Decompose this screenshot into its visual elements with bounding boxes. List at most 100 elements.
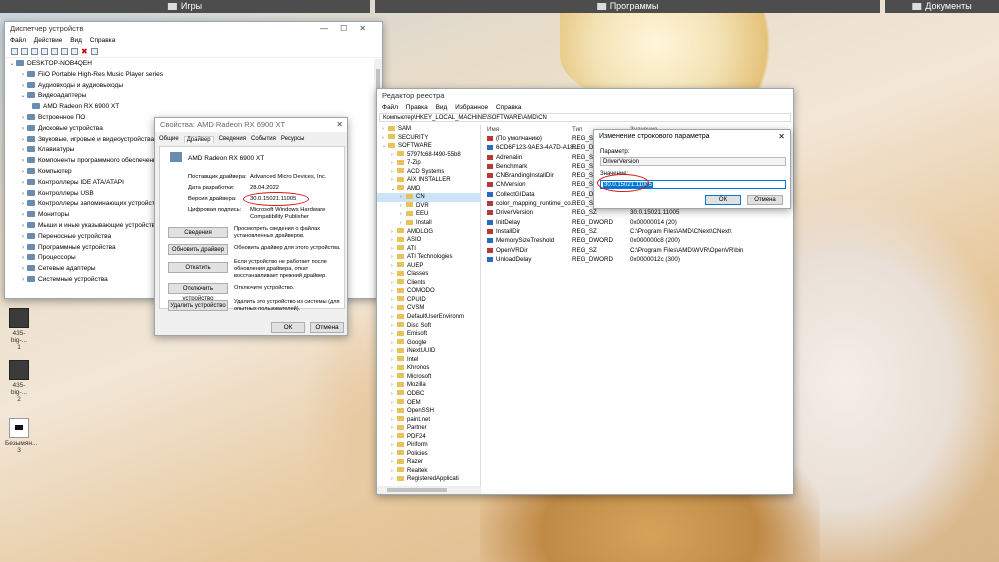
menu-view[interactable]: Вид <box>436 104 448 111</box>
scan-hardware-icon[interactable] <box>91 48 98 55</box>
registry-key[interactable]: › ASIO <box>377 236 480 245</box>
chevron-right-icon[interactable]: › <box>19 124 27 135</box>
registry-key[interactable]: › Policies <box>377 450 480 459</box>
menu-help[interactable]: Справка <box>90 37 116 44</box>
registry-key[interactable]: › Piriform <box>377 441 480 450</box>
registry-key[interactable]: › Intel <box>377 356 480 365</box>
registry-key[interactable]: › Microsoft <box>377 373 480 382</box>
close-icon[interactable]: ✕ <box>778 130 785 144</box>
registry-key[interactable]: › Google <box>377 339 480 348</box>
registry-key[interactable]: › Mozilla <box>377 381 480 390</box>
chevron-right-icon[interactable]: › <box>19 275 27 286</box>
registry-key[interactable]: › ODBC <box>377 390 480 399</box>
desktop-icon-image-3[interactable]: Безымян... 3 <box>5 418 37 454</box>
list-icon[interactable] <box>41 48 48 55</box>
registry-key[interactable]: › Emisoft <box>377 330 480 339</box>
registry-key[interactable]: › ATI <box>377 245 480 254</box>
monitor-icon[interactable] <box>61 48 68 55</box>
registry-key[interactable]: › CN <box>377 193 480 202</box>
registry-key[interactable]: › Partner <box>377 424 480 433</box>
dialog-titlebar[interactable]: Свойства: AMD Radeon RX 6900 XT ✕ <box>155 118 347 132</box>
registry-key[interactable]: › ACD Systems <box>377 168 480 177</box>
forward-icon[interactable] <box>21 48 28 55</box>
tab-driver[interactable]: Драйвер <box>183 136 214 143</box>
delete-icon[interactable]: ✖ <box>81 48 88 56</box>
folder-documents[interactable]: Документы <box>885 0 999 13</box>
roll-back-driver-button[interactable]: Откатить <box>168 262 228 273</box>
cancel-button[interactable]: Отмена <box>310 322 344 333</box>
menu-file[interactable]: Файл <box>10 37 26 44</box>
tree-root[interactable]: ⌄ DESKTOP-NOB4QEH <box>5 59 375 70</box>
tab-general[interactable]: Общие <box>159 136 179 143</box>
registry-key[interactable]: › SAM <box>377 125 480 134</box>
registry-key[interactable]: › CPUID <box>377 296 480 305</box>
driver-details-button[interactable]: Сведения <box>168 227 228 238</box>
chevron-right-icon[interactable]: › <box>19 135 27 146</box>
registry-key[interactable]: › CVSM <box>377 304 480 313</box>
chevron-right-icon[interactable]: › <box>19 178 27 189</box>
registry-key[interactable]: › Disc Soft <box>377 322 480 331</box>
registry-value-row[interactable]: MemorySizeTreshold REG_DWORD 0x000000c8 (2… <box>484 236 793 245</box>
registry-key[interactable]: › Khronos <box>377 364 480 373</box>
registry-key[interactable]: › RegisteredApplicati <box>377 475 480 484</box>
tab-resources[interactable]: Ресурсы <box>281 136 305 143</box>
registry-key[interactable]: › 5797fc68-f490-55b8 <box>377 151 480 160</box>
close-icon[interactable]: ✕ <box>336 118 343 132</box>
registry-value-row[interactable]: OpenVRDir REG_SZ C:\Program Files\AMD\WVR\… <box>484 246 793 255</box>
chevron-right-icon[interactable]: › <box>19 264 27 275</box>
back-icon[interactable] <box>11 48 18 55</box>
registry-key[interactable]: ⌄ SOFTWARE <box>377 142 480 151</box>
ok-button[interactable]: ОК <box>705 195 741 205</box>
registry-key[interactable]: › 7-Zip <box>377 159 480 168</box>
menu-view[interactable]: Вид <box>70 37 82 44</box>
registry-key[interactable]: › AUEP <box>377 262 480 271</box>
chevron-down-icon[interactable]: ⌄ <box>8 59 16 70</box>
column-name[interactable]: Имя <box>487 125 499 134</box>
registry-key[interactable]: › EEU <box>377 210 480 219</box>
folder-programs[interactable]: Программы <box>375 0 880 13</box>
desktop-icon-image-2[interactable]: 435-big-... 2 <box>5 360 33 403</box>
registry-key[interactable]: › DefaultUserEnvironm <box>377 313 480 322</box>
chevron-right-icon[interactable]: › <box>19 199 27 210</box>
menu-file[interactable]: Файл <box>382 104 398 111</box>
window-controls[interactable]: —☐✕ <box>320 22 378 36</box>
device-item[interactable]: AMD Radeon RX 6900 XT <box>5 102 375 113</box>
chevron-right-icon[interactable]: › <box>19 243 27 254</box>
chevron-right-icon[interactable]: › <box>19 113 27 124</box>
device-category[interactable]: › Аудиовходы и аудиовыходы <box>5 81 375 92</box>
chevron-right-icon[interactable]: › <box>19 167 27 178</box>
registry-key[interactable]: › DVR <box>377 202 480 211</box>
chevron-right-icon[interactable]: › <box>19 253 27 264</box>
registry-key[interactable]: › AIX INSTALLER <box>377 176 480 185</box>
registry-key[interactable]: › paint.net <box>377 416 480 425</box>
update-driver-icon[interactable] <box>71 48 78 55</box>
dialog-titlebar[interactable]: Изменение строкового параметра ✕ <box>594 130 790 144</box>
registry-key[interactable]: › OpenSSH <box>377 407 480 416</box>
horizontal-scrollbar[interactable] <box>377 486 481 494</box>
uninstall-device-button[interactable]: Удалить устройство <box>168 300 228 311</box>
desktop-icon-image-1[interactable]: 435-big-... 1 <box>5 308 33 351</box>
cancel-button[interactable]: Отмена <box>747 195 783 205</box>
menu-action[interactable]: Действие <box>34 37 63 44</box>
help-icon[interactable] <box>51 48 58 55</box>
folder-games[interactable]: Игры <box>0 0 370 13</box>
tab-events[interactable]: События <box>251 136 276 143</box>
ok-button[interactable]: ОК <box>271 322 305 333</box>
chevron-right-icon[interactable]: › <box>19 70 27 81</box>
menu-help[interactable]: Справка <box>496 104 522 111</box>
menu-favorites[interactable]: Избранное <box>455 104 488 111</box>
registry-key[interactable]: › Realtek <box>377 467 480 476</box>
address-bar[interactable]: Компьютер\HKEY_LOCAL_MACHINE\SOFTWARE\AM… <box>379 113 791 122</box>
registry-key[interactable]: › Classes <box>377 270 480 279</box>
registry-key[interactable]: › ATI Technologies <box>377 253 480 262</box>
scrollbar-thumb[interactable] <box>387 488 447 492</box>
chevron-right-icon[interactable]: › <box>19 189 27 200</box>
registry-key[interactable]: › PDF24 <box>377 433 480 442</box>
device-category[interactable]: ⌄ Видеоадаптеры <box>5 91 375 102</box>
device-manager-titlebar[interactable]: Диспетчер устройств —☐✕ <box>5 22 382 36</box>
registry-value-row[interactable]: InitDelay REG_DWORD 0x00000014 (20) <box>484 218 793 227</box>
update-driver-button[interactable]: Обновить драйвер <box>168 244 228 255</box>
chevron-right-icon[interactable]: › <box>19 221 27 232</box>
registry-key[interactable]: › OEM <box>377 399 480 408</box>
chevron-right-icon[interactable]: › <box>19 156 27 167</box>
